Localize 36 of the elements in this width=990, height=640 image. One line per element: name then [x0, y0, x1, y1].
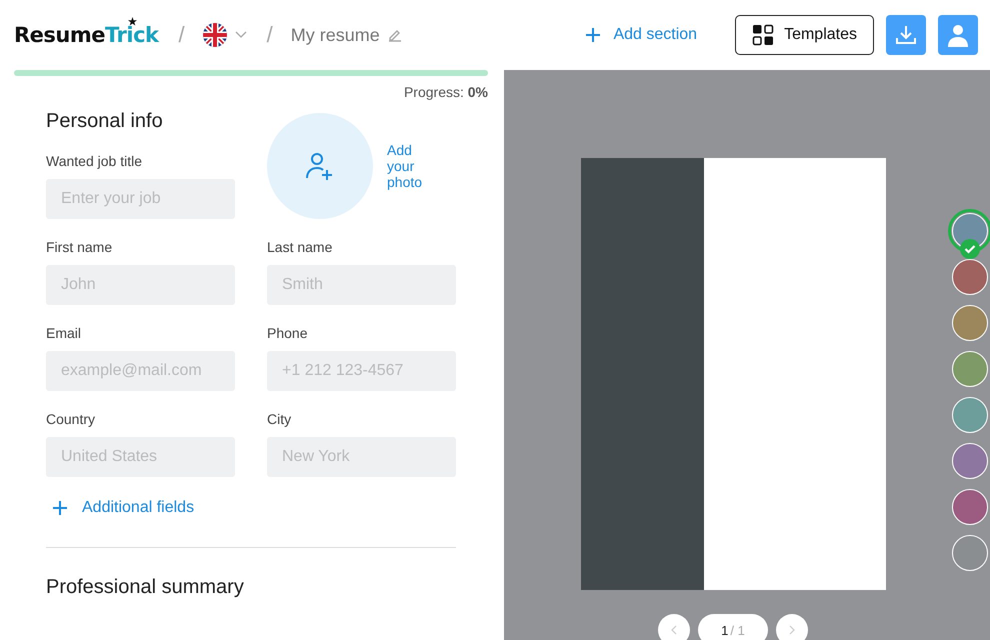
breadcrumb-separator: /: [266, 22, 273, 48]
plus-icon: [585, 27, 602, 43]
section-title: Personal info: [46, 110, 164, 133]
section-title: Professional summary: [46, 576, 245, 599]
field-label: Last name: [267, 239, 334, 255]
field-label: Country: [46, 411, 96, 427]
logo-text: Trick: [105, 23, 158, 47]
chevron-left-icon: [669, 625, 679, 635]
next-page-button[interactable]: [776, 614, 808, 640]
flag-icon[interactable]: [202, 23, 227, 47]
previous-page-button[interactable]: [658, 614, 690, 640]
page-counter: 1/ 1: [698, 614, 768, 640]
check-icon: [960, 239, 980, 259]
logo-text: Resume: [14, 23, 105, 47]
grid-icon: [752, 24, 774, 46]
field-label: Email: [46, 325, 82, 341]
download-button[interactable]: [886, 15, 926, 55]
pencil-icon[interactable]: [388, 28, 402, 42]
star-icon: [128, 17, 136, 26]
chevron-right-icon: [787, 625, 797, 635]
field-label: Wanted job title: [46, 153, 143, 169]
add-photo-link[interactable]: Add your photo: [387, 142, 431, 190]
additional-fields-button[interactable]: Additional fields: [52, 499, 194, 517]
plus-icon: [52, 500, 68, 516]
field-label: Phone: [267, 325, 308, 341]
templates-button[interactable]: Templates: [735, 15, 874, 55]
chevron-down-icon[interactable]: [234, 31, 247, 39]
download-icon: [894, 23, 918, 47]
document-title[interactable]: My resume: [290, 24, 380, 46]
field-label: City: [267, 411, 292, 427]
field-label: First name: [46, 239, 114, 255]
add-section-button[interactable]: Add section: [585, 26, 698, 44]
user-icon: [946, 23, 970, 47]
progress-text: Progress: 0%: [402, 84, 488, 100]
account-button[interactable]: [938, 15, 978, 55]
breadcrumb-separator: /: [178, 22, 185, 48]
